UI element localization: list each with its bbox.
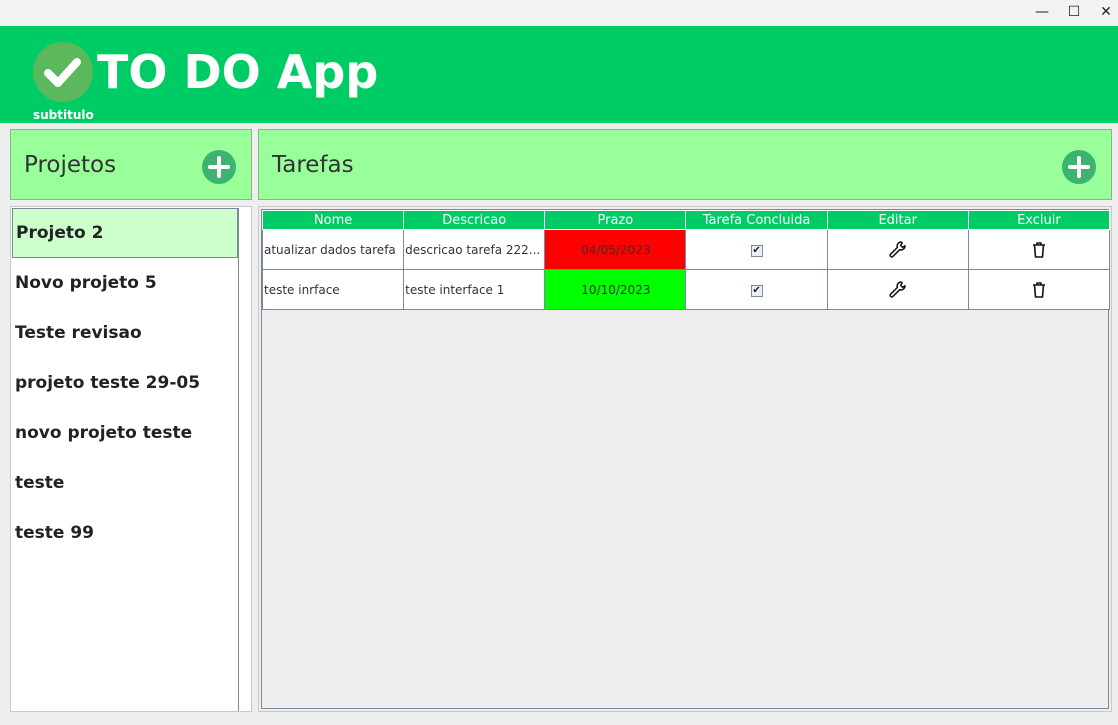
- table-row[interactable]: atualizar dados tarefa descricao tarefa …: [261, 229, 1111, 270]
- maximize-button[interactable]: ☐: [1064, 2, 1084, 22]
- projects-header: Projetos: [10, 129, 252, 200]
- close-button[interactable]: ✕: [1096, 2, 1116, 22]
- task-name-cell[interactable]: teste inrface: [261, 269, 405, 310]
- app-header: TO DO App subtitulo: [0, 26, 1118, 123]
- add-task-button[interactable]: [1062, 150, 1096, 184]
- column-header-excluir[interactable]: Excluir: [967, 210, 1111, 230]
- task-done-checkbox[interactable]: ✔: [750, 285, 763, 297]
- tasks-header: Tarefas: [258, 129, 1112, 200]
- add-project-button[interactable]: [202, 150, 236, 184]
- app-title: TO DO App: [97, 45, 379, 99]
- column-header-prazo[interactable]: Prazo: [544, 210, 687, 230]
- tasks-table: Nome Descricao Prazo Tarefa Concluida Ed…: [261, 210, 1111, 310]
- column-header-concluida[interactable]: Tarefa Concluida: [685, 210, 828, 230]
- column-header-descricao[interactable]: Descricao: [403, 210, 546, 230]
- project-item[interactable]: novo projeto teste: [12, 408, 238, 458]
- project-item[interactable]: Teste revisao: [12, 308, 238, 358]
- task-done-checkbox[interactable]: ✔: [750, 245, 763, 257]
- task-description-cell[interactable]: descricao tarefa 222...: [403, 229, 546, 270]
- task-name-cell[interactable]: atualizar dados tarefa: [261, 229, 405, 270]
- projects-list[interactable]: Projeto 2 Novo projeto 5 Teste revisao p…: [10, 206, 252, 712]
- column-header-editar[interactable]: Editar: [826, 210, 969, 230]
- app-subtitle: subtitulo: [33, 108, 94, 122]
- column-header-nome[interactable]: Nome: [261, 210, 405, 230]
- tasks-area: Nome Descricao Prazo Tarefa Concluida Ed…: [258, 206, 1112, 712]
- task-deadline-cell[interactable]: 04/05/2023: [544, 229, 687, 270]
- tasks-title: Tarefas: [272, 152, 354, 178]
- trash-icon[interactable]: [1029, 280, 1049, 300]
- project-item[interactable]: teste 99: [12, 508, 238, 558]
- project-item[interactable]: teste: [12, 458, 238, 508]
- plus-icon: [1068, 156, 1090, 178]
- wrench-icon[interactable]: [888, 280, 908, 300]
- minimize-button[interactable]: —: [1032, 2, 1052, 22]
- wrench-icon[interactable]: [888, 240, 908, 260]
- projects-title: Projetos: [24, 152, 117, 178]
- task-deadline-cell[interactable]: 10/10/2023: [544, 269, 687, 310]
- project-item[interactable]: Projeto 2: [12, 208, 238, 258]
- plus-icon: [208, 156, 230, 178]
- trash-icon[interactable]: [1029, 240, 1049, 260]
- window-titlebar: — ☐ ✕: [0, 0, 1118, 26]
- project-item[interactable]: projeto teste 29-05: [12, 358, 238, 408]
- table-row[interactable]: teste inrface teste interface 1 10/10/20…: [261, 269, 1111, 310]
- task-description-cell[interactable]: teste interface 1: [403, 269, 546, 310]
- table-header-row: Nome Descricao Prazo Tarefa Concluida Ed…: [261, 210, 1111, 230]
- check-logo-icon: [33, 42, 93, 102]
- project-item[interactable]: Novo projeto 5: [12, 258, 238, 308]
